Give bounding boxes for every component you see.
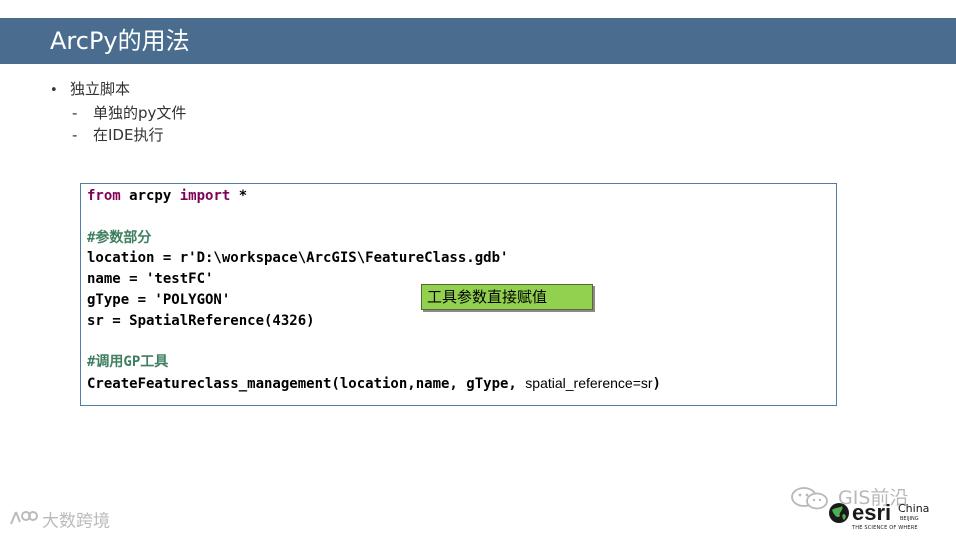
wechat-icon (790, 487, 832, 519)
code-comment-params: #参数部分 (87, 229, 152, 246)
title-bar: ArcPy的用法 (0, 18, 956, 64)
watermark-left-text: 大数跨境 (42, 511, 110, 532)
code-text: ) (652, 376, 661, 393)
watermark-left: 大数跨境 (8, 508, 110, 532)
code-line-sr: sr = SpatialReference(4326) (87, 312, 315, 329)
code-text: CreateFeatureclass_management(location,n… (87, 376, 526, 393)
code-text: arcpy (120, 188, 180, 204)
esri-wordmark: esri (852, 500, 892, 525)
code-text: * (230, 188, 248, 204)
code-line-location: location = r'D:\workspace\ArcGIS\Feature… (87, 250, 509, 267)
globe-icon (828, 502, 850, 528)
sub-bullet-marker: - (72, 126, 78, 144)
sub-bullet-py-file: - 单独的py文件 (72, 102, 186, 124)
esri-city: BEIJING (900, 516, 919, 522)
callout-label: 工具参数直接赋值 (427, 288, 548, 306)
bullet-label: 独立脚本 (70, 80, 131, 98)
keyword-from: from (87, 188, 121, 204)
code-line-create-featureclass: CreateFeatureclass_management(location,n… (87, 373, 661, 394)
code-text-param: spatial_reference=sr (525, 375, 653, 392)
code-comment-gp-tool: #调用GP工具 (87, 354, 169, 371)
sub-bullet-label: 单独的py文件 (93, 104, 187, 122)
bullet-item-standalone-script: • 独立脚本 (50, 78, 186, 102)
callout-box: 工具参数直接赋值 (421, 284, 593, 310)
sub-bullet-ide: - 在IDE执行 (72, 124, 186, 146)
esri-tagline: THE SCIENCE OF WHERE (852, 525, 918, 531)
esri-region: China (898, 502, 930, 515)
keyword-import: import (179, 188, 231, 204)
bullet-list: • 独立脚本 - 单独的py文件 - 在IDE执行 (50, 78, 186, 146)
esri-china-logo: esri China BEIJING THE SCIENCE OF WHERE (828, 500, 940, 536)
sub-bullet-marker: - (72, 104, 78, 122)
bullet-marker: • (50, 83, 58, 98)
sub-bullet-label: 在IDE执行 (93, 126, 164, 144)
watermark-logo-icon (8, 508, 42, 535)
code-line-import: from arcpy import * (87, 186, 661, 207)
slide-title: ArcPy的用法 (50, 27, 190, 55)
